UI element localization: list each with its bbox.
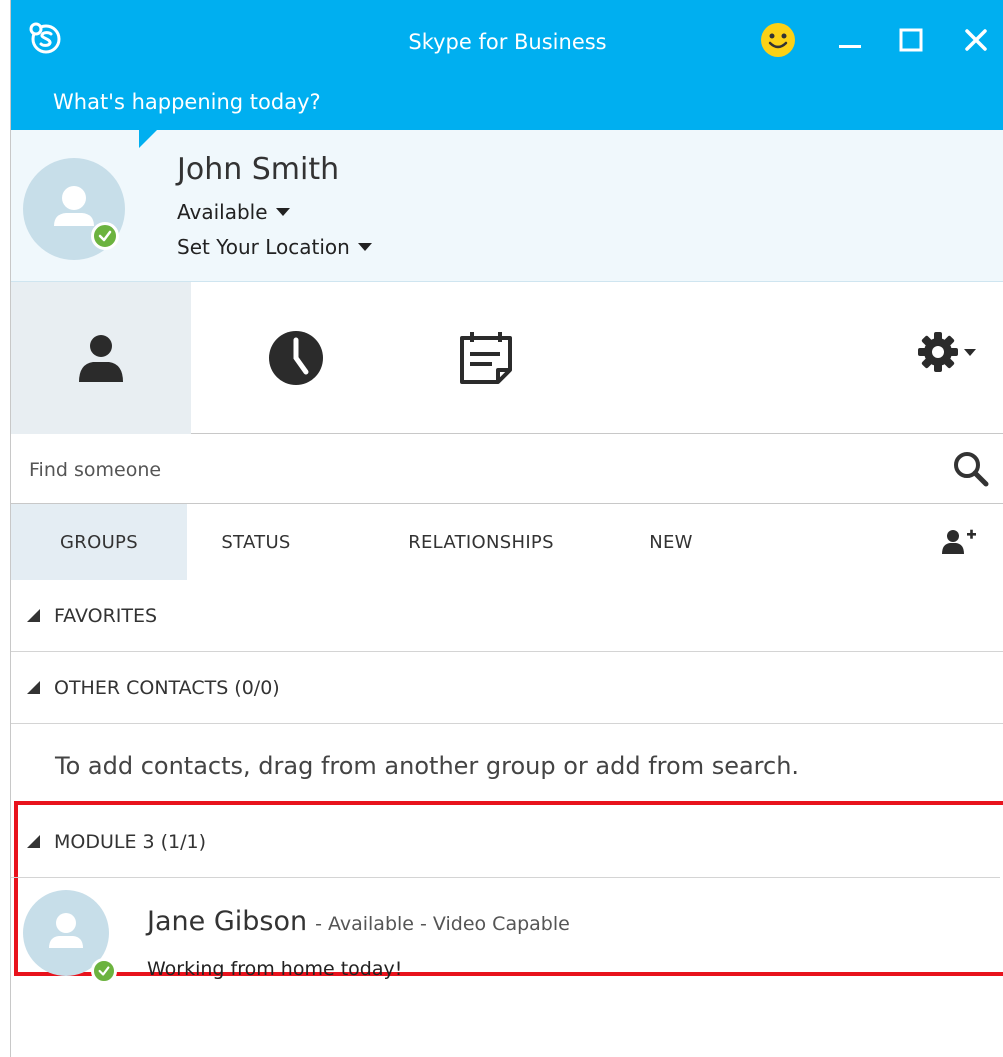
gear-icon: [918, 332, 958, 372]
user-name: John Smith: [177, 152, 340, 187]
contact-row[interactable]: Jane Gibson - Available - Video Capable W…: [11, 878, 1000, 984]
group-favorites[interactable]: FAVORITES: [11, 580, 1003, 652]
tab-meetings[interactable]: [391, 282, 581, 434]
group-module-3[interactable]: MODULE 3 (1/1): [11, 806, 1000, 878]
emoticon-icon[interactable]: [756, 18, 800, 62]
contact-status-meta: - Available - Video Capable: [315, 913, 570, 935]
contacts-icon: [79, 335, 123, 382]
caret-down-icon: [357, 243, 372, 251]
available-status-icon: [91, 222, 119, 250]
skype-window: Skype for Business What's happening toda…: [10, 0, 1003, 1057]
search-icon[interactable]: [951, 449, 991, 489]
group-label: OTHER CONTACTS (0/0): [54, 676, 280, 699]
contact-name: Jane Gibson: [147, 906, 308, 937]
search-input[interactable]: [29, 452, 909, 488]
available-status-icon: [91, 958, 117, 984]
tab-relationships[interactable]: RELATIONSHIPS: [371, 504, 591, 580]
clock-icon: [269, 331, 323, 385]
tab-contacts[interactable]: [11, 282, 191, 434]
tab-new[interactable]: NEW: [631, 504, 711, 580]
tab-status[interactable]: STATUS: [201, 504, 311, 580]
callout-notch: [139, 128, 159, 148]
close-button[interactable]: [954, 18, 998, 62]
group-label: MODULE 3 (1/1): [54, 830, 207, 853]
status-dropdown[interactable]: Available: [177, 200, 290, 224]
profile-panel: John Smith Available Set Your Location: [11, 130, 1003, 282]
meetings-icon: [460, 332, 512, 384]
maximize-button[interactable]: [889, 18, 933, 62]
filter-tabs: GROUPS STATUS RELATIONSHIPS NEW: [11, 504, 1003, 580]
tab-conversations[interactable]: [201, 282, 391, 434]
options-menu[interactable]: [916, 330, 976, 374]
title-bar: Skype for Business What's happening toda…: [11, 0, 1003, 130]
minimize-button[interactable]: [828, 18, 872, 62]
main-tabs: [11, 282, 1003, 434]
whats-happening-field[interactable]: What's happening today?: [53, 90, 321, 114]
tab-groups[interactable]: GROUPS: [11, 504, 187, 580]
group-other-contacts[interactable]: OTHER CONTACTS (0/0): [11, 652, 1003, 724]
caret-down-icon: [275, 208, 290, 216]
expand-triangle-icon: [27, 835, 40, 848]
expand-triangle-icon: [27, 609, 40, 622]
add-contact-icon[interactable]: [941, 528, 977, 556]
location-dropdown[interactable]: Set Your Location: [177, 235, 372, 259]
contact-name-line: Jane Gibson - Available - Video Capable: [147, 906, 570, 937]
group-label: FAVORITES: [54, 604, 158, 627]
empty-group-note: To add contacts, drag from another group…: [55, 752, 800, 780]
status-label: Available: [177, 200, 268, 224]
expand-triangle-icon: [27, 681, 40, 694]
contact-personal-note: Working from home today!: [147, 958, 403, 980]
caret-down-icon: [964, 348, 976, 356]
location-label: Set Your Location: [177, 235, 350, 259]
search-bar: [11, 434, 1003, 504]
